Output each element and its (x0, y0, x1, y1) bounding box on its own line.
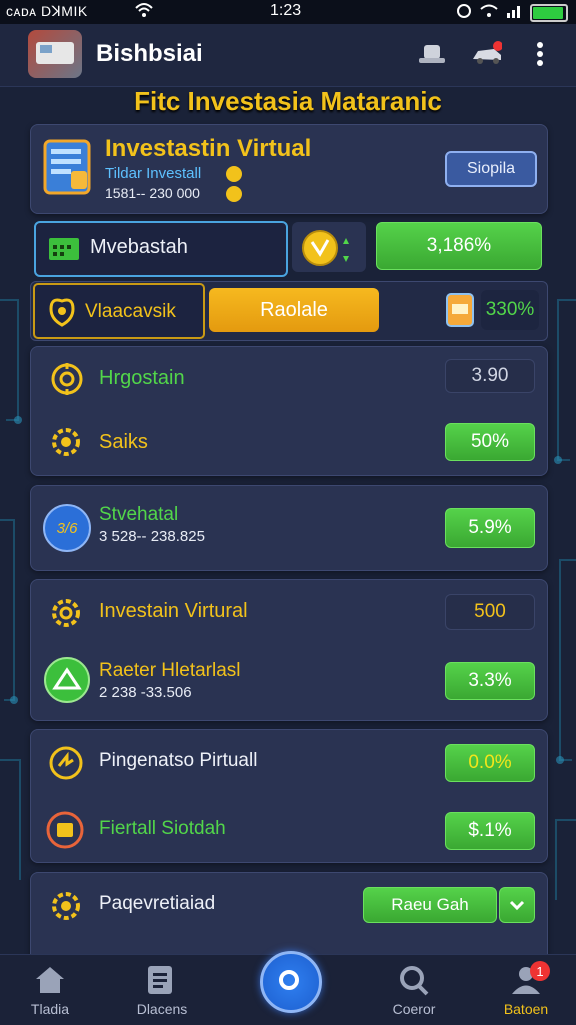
more-options-icon[interactable] (524, 38, 556, 70)
rate-value: 3,186% (376, 222, 542, 270)
nav-label-search: Coeror (392, 1001, 436, 1017)
hat-icon[interactable] (416, 38, 448, 70)
tab-row: Vlaacavsik Raolale 330% (30, 281, 548, 341)
card2-range: 3 528-- 238.825 (99, 528, 205, 545)
status-carrier: ᴄᴀᴅᴀ DꓘMIK (6, 3, 88, 19)
tab-value: 330% (481, 290, 539, 330)
nav-item-home[interactable]: Tladia (0, 955, 100, 1025)
card3-row2-value: 3.3% (445, 662, 535, 700)
card1-row2-label: Saiks (99, 431, 148, 453)
document-icon (146, 965, 174, 1000)
card4-row1-value: 0.0% (445, 744, 535, 782)
card3-row1-label: Investain Virtural (99, 600, 248, 622)
hero-title: Investastin Virtual (105, 135, 312, 162)
card2-title: Stvehatal (99, 504, 179, 525)
card2-badge: 3/6 (43, 504, 91, 552)
medal-icon (298, 228, 358, 273)
nav-item-profile[interactable]: 1 Batoen (476, 955, 576, 1025)
app-title: Bishbsiai (96, 40, 203, 67)
search-field-label: Mvebastah (90, 236, 188, 258)
nav-label-profile: Batoen (503, 1001, 549, 1017)
signal-icon (506, 4, 522, 21)
tab-primary-label: Vlaacavsik (85, 301, 176, 322)
notification-badge: 1 (530, 961, 550, 981)
nav-label-documents: Dlacens (136, 1001, 188, 1017)
triangle-badge-icon (43, 656, 91, 709)
swap-icon (47, 744, 85, 787)
card5-dropdown-button[interactable]: Raeu Gah (363, 887, 497, 923)
app-bar: Bishbsiai (0, 24, 576, 87)
document-icon (43, 139, 95, 202)
card1-row2-value: 50% (445, 423, 535, 461)
alarm-icon (456, 3, 472, 22)
status-bar: ᴄᴀᴅᴀ DꓘMIK 1:23 (0, 0, 576, 24)
card3-row2-label: Raeter Hletarlasl (99, 660, 241, 681)
card1-row1-label: Hrgostain (99, 367, 185, 389)
card3-row1-value: 500 (445, 594, 535, 630)
card5-label: Paqevretiaiad (99, 893, 216, 914)
status-time: 1:23 (270, 2, 302, 19)
target-icon (49, 361, 85, 402)
wallet-icon (45, 810, 85, 855)
gold-badge (292, 222, 366, 272)
coin-icon (221, 165, 247, 210)
gear-icon (47, 887, 85, 930)
hero-range: 1581-- 230 000 (105, 185, 200, 201)
stats-card-1: Hrgostain 3.90 Saiks 50% (30, 346, 548, 476)
gear-icon (47, 594, 85, 637)
card1-row1-value: 3.90 (445, 359, 535, 393)
wifi-icon (134, 2, 154, 21)
card4-row2-label: Fiertall Siotdah (99, 818, 226, 839)
search-field[interactable]: Mvebastah (34, 221, 288, 277)
stats-card-4: Pingenatso Pirtuall 0.0% Fiertall Siotda… (30, 729, 548, 863)
stats-card-2: 3/6 Stvehatal 3 528-- 238.825 5.9% (30, 485, 548, 571)
calendar-icon (48, 237, 80, 266)
hero-subtitle: Tildar Investall (105, 165, 202, 182)
center-action-button[interactable] (260, 951, 322, 1013)
card4-row2-value: $.1% (445, 812, 535, 850)
battery-icon (530, 3, 568, 22)
search-icon (398, 965, 430, 1002)
gear-icon (47, 423, 85, 466)
card3-row2-range: 2 238 -33.506 (99, 684, 192, 701)
home-icon (34, 965, 66, 1000)
avatar[interactable] (28, 30, 82, 78)
tab-primary[interactable]: Vlaacavsik (33, 283, 205, 339)
nav-item-search[interactable]: Coeror (364, 955, 464, 1025)
stats-card-3: Investain Virtural 500 Raeter Hletarlasl… (30, 579, 548, 721)
hero-card: Investastin Virtual Tildar Investall 158… (30, 124, 548, 214)
card2-value: 5.9% (445, 508, 535, 548)
hero-action-button[interactable]: Siopila (445, 151, 537, 187)
car-icon[interactable] (470, 38, 502, 70)
wifi-icon (480, 4, 498, 21)
page-title: Fitc Investasia Mataranic (134, 86, 442, 116)
tab-action-button[interactable]: Raolale (209, 288, 379, 332)
heart-shield-icon (47, 297, 77, 332)
jar-icon (443, 290, 477, 335)
card4-row1-label: Pingenatso Pirtuall (99, 750, 258, 771)
search-icon (277, 968, 301, 997)
nav-label-home: Tladia (30, 1001, 70, 1017)
nav-item-documents[interactable]: Dlacens (112, 955, 212, 1025)
bottom-nav: Tladia Dlacens Coeror 1 Batoen (0, 951, 576, 1025)
chevron-down-icon[interactable] (499, 887, 535, 923)
